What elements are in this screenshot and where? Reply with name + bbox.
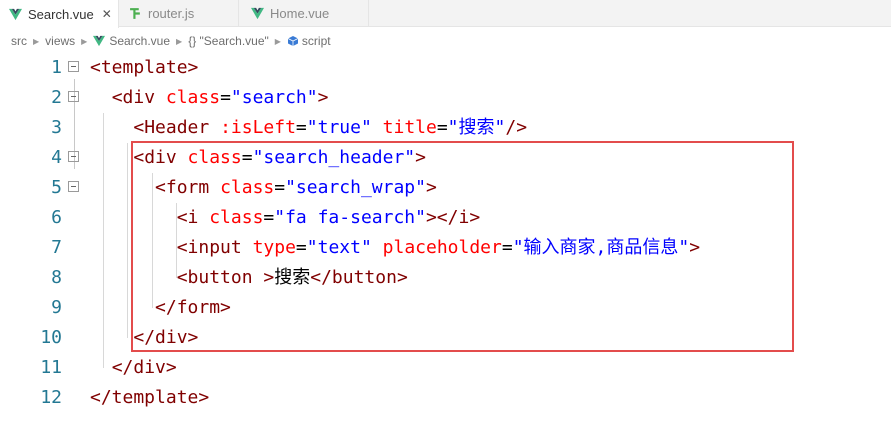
code-token: <template> [90,57,199,78]
fold-toggle-icon[interactable] [68,91,79,102]
close-icon[interactable]: ✕ [102,7,112,21]
tab-home-vue[interactable]: Home.vue [239,0,369,27]
code-token: = [295,117,307,138]
vue-icon [251,7,264,20]
highlight-box [131,141,794,352]
code-text: <template> [90,53,198,83]
tab-search-vue[interactable]: Search.vue ✕ [0,0,119,28]
breadcrumb-item-src[interactable]: src [11,34,27,48]
vue-icon [9,8,22,20]
code-line[interactable]: 2 <div class="search"> [0,83,891,113]
line-number: 10 [40,327,62,348]
chevron-right-icon: ▶ [33,36,40,46]
code-token: "search" [230,87,318,108]
code-text: </template> [90,383,209,413]
tab-bar: Search.vue ✕ router.js Home.vue [0,0,891,28]
code-token: <Header [133,117,221,138]
breadcrumb-item-module[interactable]: {} "Search.vue" [188,34,269,48]
line-number: 12 [40,387,62,408]
code-token: :isLeft [220,117,296,138]
code-token: > [317,87,329,108]
tab-label: router.js [148,6,195,21]
code-line[interactable]: 11 </div> [0,353,891,383]
fold-toggle-icon[interactable] [68,151,79,162]
line-number: 11 [40,357,62,378]
chevron-right-icon: ▶ [274,36,281,46]
code-token: "true" [306,117,372,138]
line-number: 4 [51,147,62,168]
fold-toggle-icon[interactable] [68,61,79,72]
code-line[interactable]: 3 <Header :isLeft="true" title="搜索"/> [0,113,891,143]
breadcrumb-item-file[interactable]: Search.vue [109,34,170,48]
code-token: title [382,117,437,138]
line-number: 9 [51,297,62,318]
tab-label: Search.vue [28,6,94,22]
code-token: <div [111,87,166,108]
code-token: /> [505,117,528,138]
chevron-right-icon: ▶ [176,36,183,46]
line-number: 8 [51,267,62,288]
code-token: class [165,87,221,108]
code-token: </div> [111,357,177,378]
js-icon [130,8,140,19]
code-text: <Header :isLeft="true" title="搜索"/> [90,113,527,143]
line-number: 2 [51,87,62,108]
breadcrumb-item-script[interactable]: script [302,34,331,48]
line-number: 3 [51,117,62,138]
vue-icon [93,35,106,47]
line-number: 5 [51,177,62,198]
code-token: = [436,117,448,138]
code-line[interactable]: 1 <template> [0,53,891,83]
line-number: 6 [51,207,62,228]
code-token: "搜索" [447,117,506,138]
code-editor[interactable]: 1 <template> 2 <div class="search"> 3 <Head… [0,53,891,421]
tab-router-js[interactable]: router.js [119,0,239,27]
breadcrumb: src ▶ views ▶ Search.vue ▶ {} "Search.vu… [0,30,891,52]
fold-toggle-icon[interactable] [68,181,79,192]
line-number: 1 [51,57,62,78]
code-token: </template> [90,387,210,408]
code-token: = [220,87,231,108]
chevron-right-icon: ▶ [81,36,88,46]
cube-icon [287,36,299,46]
breadcrumb-item-views[interactable]: views [45,34,75,48]
tab-label: Home.vue [270,6,330,21]
line-number: 7 [51,237,62,258]
code-text: <div class="search"> [90,83,329,113]
code-text: </div> [90,353,177,383]
code-line[interactable]: 12 </template> [0,383,891,413]
